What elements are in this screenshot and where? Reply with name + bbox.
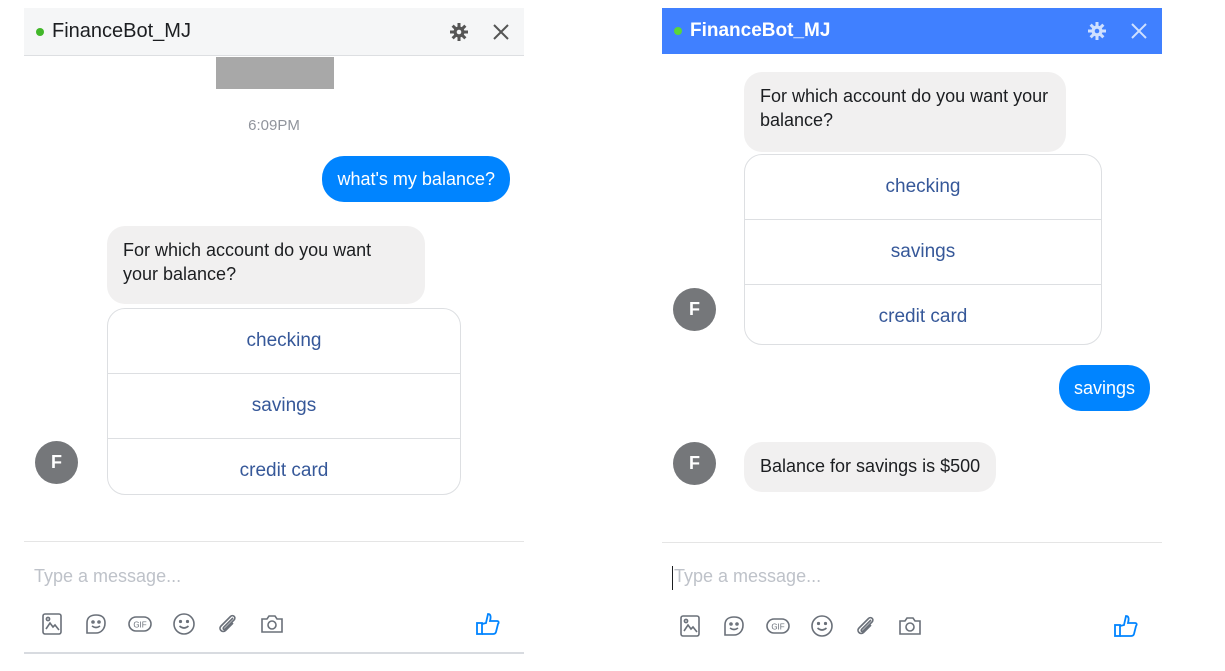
chat-window-after: FinanceBot_MJ For which account do you w…	[662, 0, 1162, 671]
chat-title[interactable]: FinanceBot_MJ	[690, 20, 830, 42]
svg-text:GIF: GIF	[133, 621, 146, 630]
outgoing-message: what's my balance?	[322, 156, 510, 202]
online-status-icon	[674, 27, 682, 35]
outgoing-message: savings	[1058, 365, 1150, 411]
gif-icon[interactable]: GIF	[120, 606, 160, 642]
close-icon[interactable]	[490, 21, 512, 43]
close-icon[interactable]	[1128, 20, 1150, 42]
thumbs-up-icon[interactable]	[468, 606, 508, 642]
camera-icon[interactable]	[890, 608, 930, 644]
message-input[interactable]	[674, 566, 1074, 587]
thumbs-up-icon[interactable]	[1106, 608, 1146, 644]
quick-reply-checking[interactable]: checking	[108, 309, 460, 374]
bottom-border	[24, 652, 524, 654]
chat-header-active[interactable]: FinanceBot_MJ	[662, 8, 1162, 54]
chat-header[interactable]: FinanceBot_MJ	[24, 8, 524, 56]
bot-avatar: F	[673, 288, 716, 331]
emoji-icon[interactable]	[802, 608, 842, 644]
attachment-icon[interactable]	[208, 606, 248, 642]
photo-icon[interactable]	[32, 606, 72, 642]
gear-icon[interactable]	[1086, 20, 1108, 42]
online-status-icon	[36, 27, 44, 36]
quick-reply-credit-card[interactable]: credit card	[108, 439, 460, 494]
bot-avatar: F	[35, 441, 78, 484]
quick-reply-savings[interactable]: savings	[745, 220, 1101, 285]
incoming-message: For which account do you want your balan…	[107, 226, 425, 304]
sticker-icon[interactable]	[76, 606, 116, 642]
redacted-image	[216, 57, 334, 89]
camera-icon[interactable]	[252, 606, 292, 642]
bot-avatar: F	[673, 442, 716, 485]
text-cursor	[672, 566, 673, 590]
message-timestamp: 6:09PM	[248, 117, 300, 134]
emoji-icon[interactable]	[164, 606, 204, 642]
svg-text:GIF: GIF	[771, 623, 784, 632]
chat-window-before: FinanceBot_MJ 6:09PM what's my balance? …	[24, 0, 524, 671]
composer-divider	[662, 542, 1162, 543]
gif-icon[interactable]: GIF	[758, 608, 798, 644]
incoming-message: For which account do you want your balan…	[744, 72, 1066, 152]
sticker-icon[interactable]	[714, 608, 754, 644]
chat-title[interactable]: FinanceBot_MJ	[52, 20, 191, 43]
quick-reply-savings[interactable]: savings	[108, 374, 460, 439]
gear-icon[interactable]	[448, 21, 470, 43]
composer-divider	[24, 541, 524, 542]
incoming-message-balance: Balance for savings is $500	[744, 442, 997, 492]
attachment-icon[interactable]	[846, 608, 886, 644]
quick-reply-checking[interactable]: checking	[745, 155, 1101, 220]
quick-replies-card: checking savings credit card	[107, 308, 461, 495]
composer-toolbar: GIF	[32, 606, 512, 642]
photo-icon[interactable]	[670, 608, 710, 644]
quick-replies-card: checking savings credit card	[744, 154, 1102, 345]
message-input[interactable]	[34, 566, 434, 587]
composer-toolbar: GIF	[670, 608, 1150, 644]
quick-reply-credit-card[interactable]: credit card	[745, 285, 1101, 344]
